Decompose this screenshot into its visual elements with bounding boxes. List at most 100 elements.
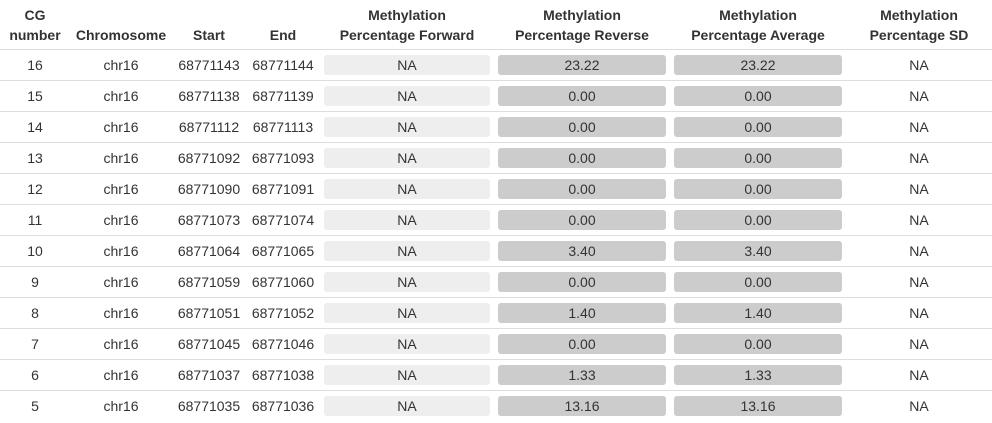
methylation-average-value-cell: 0.00 [670,328,846,360]
methylation-average-value: 0.00 [674,272,842,292]
methylation-average-value-cell: 3.40 [670,235,846,267]
methylation-average-value: 23.22 [674,55,842,75]
end-cell: 68771052 [246,297,320,329]
end-cell: 68771046 [246,328,320,360]
methylation-forward-value: NA [324,117,490,137]
start-cell: 68771045 [172,328,246,360]
methylation-sd-cell: NA [846,204,992,236]
methylation-average-value: 0.00 [674,86,842,106]
header-methylation-sd[interactable]: Methylation Percentage SD [846,0,992,50]
cg-number-cell: 14 [0,111,70,143]
end-cell: 68771139 [246,80,320,112]
cg-number-cell: 5 [31,398,39,415]
methylation-forward-value-cell: NA [320,49,494,81]
methylation-forward-value: NA [324,179,490,199]
header-methylation-forward[interactable]: Methylation Percentage Forward [320,0,494,50]
methylation-sd-cell: NA [846,359,992,391]
header-cg-number[interactable]: CG number [0,0,70,50]
methylation-forward-value: NA [324,334,490,354]
methylation-average-value-cell: 13.16 [670,391,846,422]
chromosome-cell: chr16 [70,142,172,174]
methylation-reverse-value: 0.00 [498,210,666,230]
table-row: 15 chr16 68771138 68771139 NA 0.00 0.00 NA [0,80,992,112]
chromosome-cell: chr16 [70,49,172,81]
methylation-reverse-value: 13.16 [498,396,666,417]
cg-number-cell: 8 [0,297,70,329]
table-row: 11 chr16 68771073 68771074 NA 0.00 0.00 NA [0,204,992,236]
methylation-average-value-cell: 1.40 [670,297,846,329]
methylation-average-value: 0.00 [674,210,842,230]
methylation-sd-cell: NA [846,142,992,174]
start-cell: 68771064 [172,235,246,267]
table-row: 7 chr16 68771045 68771046 NA 0.00 0.00 NA [0,328,992,360]
end-cell: 68771113 [246,111,320,143]
chromosome-cell: chr16 [70,328,172,360]
header-start[interactable]: Start [172,0,246,50]
methylation-reverse-value-cell: 23.22 [494,49,670,81]
methylation-forward-value: NA [324,303,490,323]
chromosome-cell: chr16 [70,359,172,391]
header-end[interactable]: End [246,0,320,50]
start-cell: 68771035 [177,398,241,415]
header-methylation-average[interactable]: Methylation Percentage Average [670,0,846,50]
methylation-sd-cell: NA [846,266,992,298]
header-chromosome[interactable]: Chromosome [70,0,172,50]
cg-number-cell: 12 [0,173,70,205]
table-row: 14 chr16 68771112 68771113 NA 0.00 0.00 NA [0,111,992,143]
methylation-reverse-value: 0.00 [498,272,666,292]
chromosome-cell: chr16 [103,398,139,415]
methylation-reverse-value: 23.22 [498,55,666,75]
methylation-forward-value-cell: NA [320,297,494,329]
methylation-forward-value-cell: NA [320,391,494,422]
table-row: 5 chr16 68771035 68771036 NA 13.16 13.16 NA [0,391,992,422]
table-row: 6 chr16 68771037 68771038 NA 1.33 1.33 NA [0,359,992,391]
methylation-reverse-value-cell: 0.00 [494,80,670,112]
table-row: 13 chr16 68771092 68771093 NA 0.00 0.00 NA [0,142,992,174]
end-cell: 68771091 [246,173,320,205]
table-row: 9 chr16 68771059 68771060 NA 0.00 0.00 NA [0,266,992,298]
cg-number-cell: 13 [0,142,70,174]
methylation-average-value-cell: 1.33 [670,359,846,391]
methylation-forward-value: NA [324,86,490,106]
methylation-average-value: 0.00 [674,334,842,354]
cg-number-cell: 15 [0,80,70,112]
end-cell: 68771074 [246,204,320,236]
header-methylation-reverse[interactable]: Methylation Percentage Reverse [494,0,670,50]
methylation-reverse-value: 0.00 [498,334,666,354]
methylation-reverse-value-cell: 0.00 [494,111,670,143]
methylation-reverse-value-cell: 0.00 [494,266,670,298]
methylation-forward-value-cell: NA [320,111,494,143]
end-cell: 68771093 [246,142,320,174]
methylation-sd-cell: NA [846,173,992,205]
chromosome-cell: chr16 [70,80,172,112]
methylation-table: CG number Chromosome Start End Methylatio… [0,0,992,422]
start-cell: 68771112 [172,111,246,143]
methylation-reverse-value: 0.00 [498,179,666,199]
start-cell: 68771143 [172,49,246,81]
methylation-forward-value-cell: NA [320,204,494,236]
methylation-forward-value: NA [324,210,490,230]
methylation-average-value-cell: 0.00 [670,204,846,236]
methylation-reverse-value-cell: 3.40 [494,235,670,267]
table-row: 12 chr16 68771090 68771091 NA 0.00 0.00 NA [0,173,992,205]
methylation-average-value-cell: 0.00 [670,111,846,143]
chromosome-cell: chr16 [70,266,172,298]
methylation-reverse-value: 0.00 [498,148,666,168]
cg-number-cell: 16 [0,49,70,81]
end-cell: 68771144 [246,49,320,81]
methylation-reverse-value: 1.33 [498,365,666,385]
methylation-reverse-value-cell: 0.00 [494,142,670,174]
methylation-average-value: 13.16 [674,396,842,417]
methylation-average-value: 3.40 [674,241,842,261]
cg-number-cell: 10 [0,235,70,267]
methylation-average-value: 0.00 [674,117,842,137]
chromosome-cell: chr16 [70,235,172,267]
methylation-forward-value-cell: NA [320,235,494,267]
methylation-reverse-value-cell: 0.00 [494,173,670,205]
start-cell: 68771059 [172,266,246,298]
methylation-forward-value: NA [324,396,490,417]
methylation-average-value-cell: 0.00 [670,266,846,298]
cg-number-cell: 7 [0,328,70,360]
start-cell: 68771090 [172,173,246,205]
methylation-reverse-value: 0.00 [498,117,666,137]
